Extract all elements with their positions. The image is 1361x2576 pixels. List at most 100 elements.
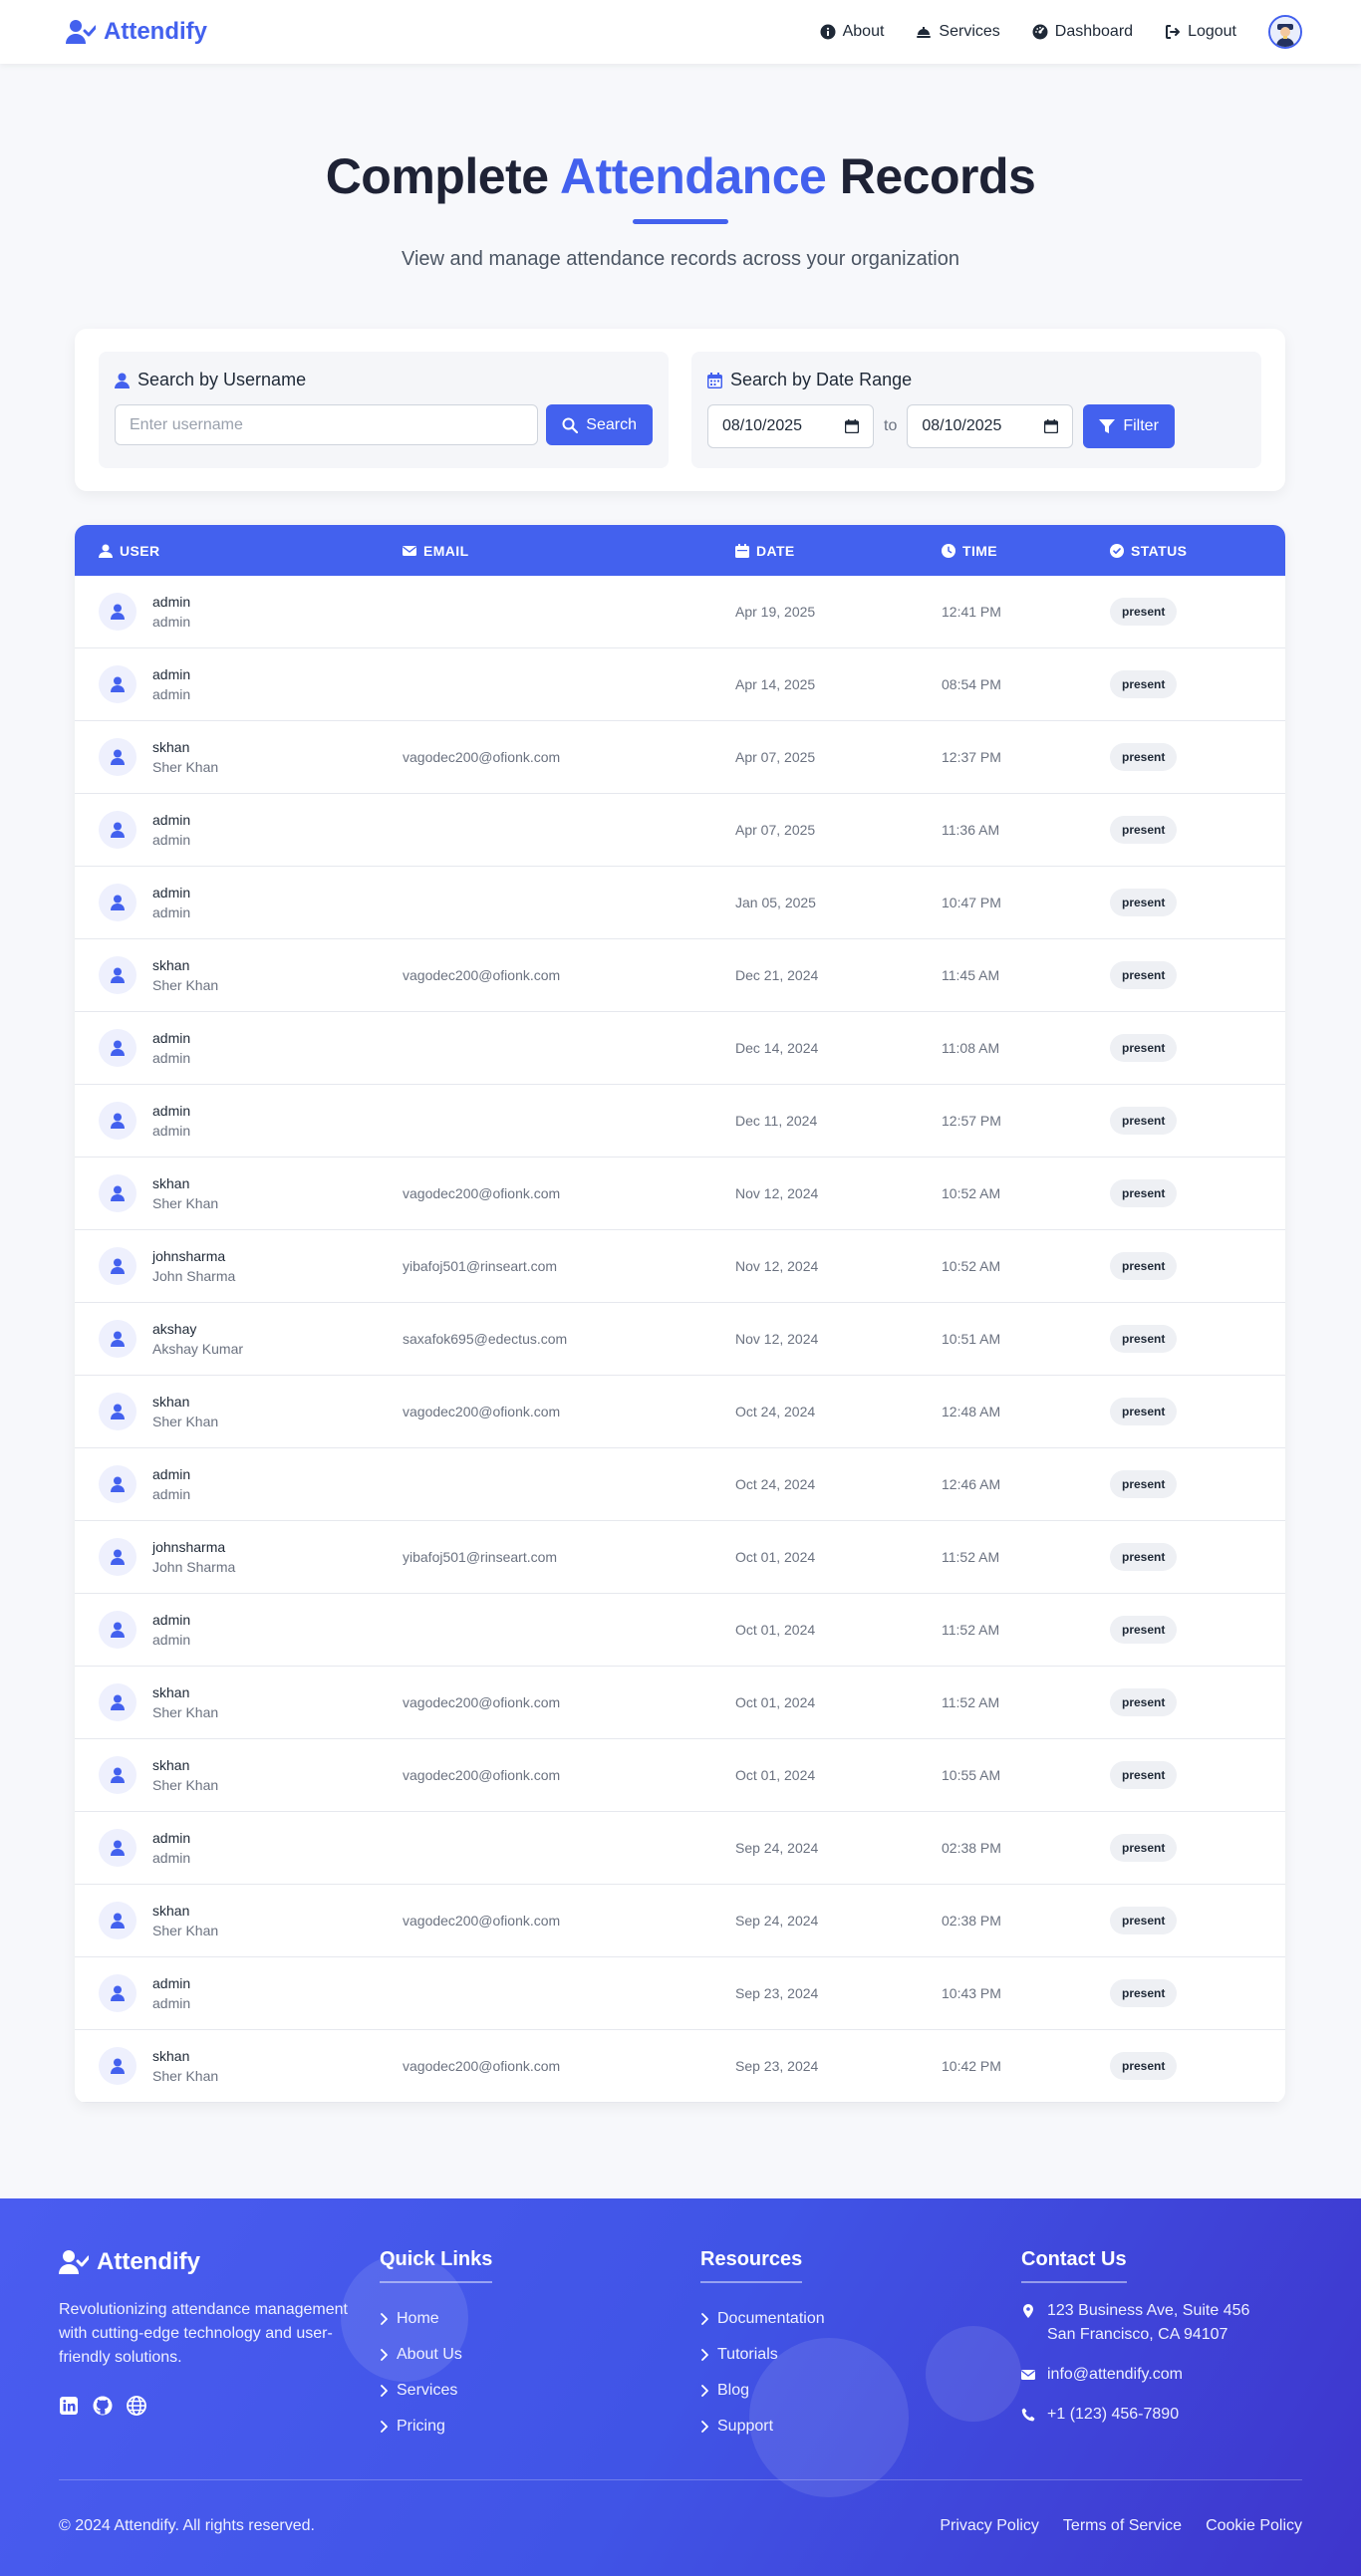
username: skhan (152, 1684, 190, 1700)
full-name: Sher Khan (152, 759, 219, 775)
start-date-input[interactable]: 08/10/2025 (707, 404, 874, 448)
user-icon (111, 1913, 125, 1929)
user-info: skhan Sher Khan (152, 2046, 218, 2086)
user-avatar (99, 665, 136, 703)
chevron-right-icon (701, 2421, 708, 2433)
user-cell: admin admin (99, 576, 190, 647)
table-row: admin admin Sep 23, 2024 10:43 PM present (75, 1957, 1285, 2030)
github-icon[interactable] (93, 2396, 113, 2416)
username-filter-row: Search (115, 404, 653, 445)
address-line-2: San Francisco, CA 94107 (1047, 2326, 1228, 2343)
globe-icon[interactable] (127, 2396, 146, 2416)
table-row: skhan Sher Khan vagodec200@ofionk.com Apr 0… (75, 721, 1285, 794)
end-date-input[interactable]: 08/10/2025 (907, 404, 1074, 448)
calendar-picker-icon[interactable] (1044, 419, 1059, 433)
nav-link-logout[interactable]: Logout (1165, 23, 1236, 41)
status-badge: present (1110, 1907, 1178, 1934)
filter-button[interactable]: Filter (1083, 404, 1175, 448)
status-cell: present (1110, 1812, 1178, 1884)
table-row: admin admin Dec 14, 2024 11:08 AM present (75, 1012, 1285, 1085)
chevron-right-icon (381, 2313, 388, 2325)
status-cell: present (1110, 867, 1178, 938)
nav-link-dashboard[interactable]: Dashboard (1032, 23, 1133, 41)
username-input[interactable] (115, 404, 539, 445)
table-header: USER EMAIL DATE TIME STATUS (75, 525, 1285, 576)
calendar-picker-icon[interactable] (845, 419, 859, 433)
user-cell: skhan Sher Khan (99, 1376, 218, 1447)
user-cell: admin admin (99, 1085, 190, 1157)
footer-link-label: Home (397, 2310, 439, 2327)
full-name: admin (152, 1050, 191, 1066)
user-info: admin admin (152, 1464, 190, 1504)
full-name: Sher Khan (152, 1777, 219, 1793)
footer-brand-column: Attendify Revolutionizing attendance man… (59, 2248, 348, 2416)
user-cell: admin admin (99, 1594, 190, 1666)
username: johnsharma (152, 1539, 226, 1555)
footer-link-label: Support (717, 2418, 774, 2435)
footer-link[interactable]: Services (380, 2373, 492, 2409)
full-name: Sher Khan (152, 2068, 219, 2084)
legal-link-terms[interactable]: Terms of Service (1063, 2517, 1182, 2535)
contact-list: 123 Business Ave, Suite 456 San Francisco… (1021, 2299, 1249, 2427)
profile-avatar[interactable] (1268, 15, 1302, 49)
user-info: admin admin (152, 1610, 190, 1650)
date-cell: Nov 12, 2024 (735, 1258, 819, 1274)
date-cell: Oct 01, 2024 (735, 1767, 816, 1783)
search-button[interactable]: Search (546, 404, 653, 445)
date-cell: Dec 21, 2024 (735, 967, 819, 983)
contact-email-value: info@attendify.com (1047, 2366, 1184, 2383)
user-cell: admin admin (99, 1812, 190, 1884)
footer-link[interactable]: Tutorials (700, 2337, 825, 2373)
user-info: admin admin (152, 1101, 190, 1141)
status-cell: present (1110, 1303, 1178, 1375)
contact-email[interactable]: info@attendify.com (1021, 2363, 1249, 2387)
info-icon (820, 24, 836, 40)
hero-section: Complete Attendance Records View and man… (0, 147, 1361, 271)
status-badge: present (1110, 1252, 1178, 1280)
attendance-table: USER EMAIL DATE TIME STATUS admin admin Ap… (75, 525, 1285, 2103)
footer-link[interactable]: About Us (380, 2337, 492, 2373)
email-cell: yibafoj501@rinseart.com (403, 1549, 558, 1565)
user-avatar (99, 593, 136, 631)
time-cell: 12:48 AM (942, 1404, 1001, 1419)
user-info: skhan Sher Khan (152, 1901, 218, 1940)
user-avatar (99, 1174, 136, 1212)
search-button-label: Search (586, 415, 637, 433)
legal-link-privacy[interactable]: Privacy Policy (940, 2517, 1039, 2535)
footer-quick-links: Quick Links Home About Us Services Pricing (380, 2248, 493, 2445)
status-cell: present (1110, 1739, 1178, 1811)
table-row: admin admin Sep 24, 2024 02:38 PM present (75, 1812, 1285, 1885)
table-row: admin admin Oct 01, 2024 11:52 AM present (75, 1594, 1285, 1667)
status-badge: present (1110, 1688, 1178, 1716)
user-info: admin admin (152, 1973, 190, 2013)
nav-link-services[interactable]: Services (916, 23, 1000, 41)
footer-link[interactable]: Blog (700, 2373, 825, 2409)
date-cell: Oct 24, 2024 (735, 1476, 816, 1492)
time-cell: 12:57 PM (942, 1113, 1001, 1129)
footer-brand[interactable]: Attendify (59, 2248, 348, 2276)
table-row: akshay Akshay Kumar saxafok695@edectus.com… (75, 1303, 1285, 1376)
contact-address: 123 Business Ave, Suite 456 San Francisco… (1021, 2299, 1249, 2347)
footer-link[interactable]: Pricing (380, 2409, 492, 2445)
nav-links: About Services Dashboard Logout (820, 15, 1302, 49)
user-icon (111, 676, 125, 692)
status-cell: present (1110, 1158, 1178, 1229)
user-cell: admin admin (99, 1448, 190, 1520)
copyright: © 2024 Attendify. All rights reserved. (59, 2517, 315, 2534)
footer-link-label: About Us (397, 2346, 462, 2363)
footer-link[interactable]: Documentation (700, 2301, 825, 2337)
date-cell: Sep 24, 2024 (735, 1913, 819, 1929)
table-row: johnsharma John Sharma yibafoj501@rinseart… (75, 1230, 1285, 1303)
contact-phone[interactable]: +1 (123) 456-7890 (1021, 2403, 1249, 2427)
nav-link-about[interactable]: About (820, 23, 884, 41)
user-icon (111, 1985, 125, 2001)
chevron-right-icon (701, 2385, 708, 2397)
linkedin-icon[interactable] (59, 2396, 79, 2416)
column-header-label: STATUS (1131, 542, 1188, 559)
footer-link[interactable]: Home (380, 2301, 492, 2337)
footer-link[interactable]: Support (700, 2409, 825, 2445)
user-icon (111, 1549, 125, 1565)
brand-logo[interactable]: Attendify (66, 18, 207, 46)
decorative-circle (926, 2326, 1021, 2422)
legal-link-cookies[interactable]: Cookie Policy (1206, 2517, 1302, 2535)
